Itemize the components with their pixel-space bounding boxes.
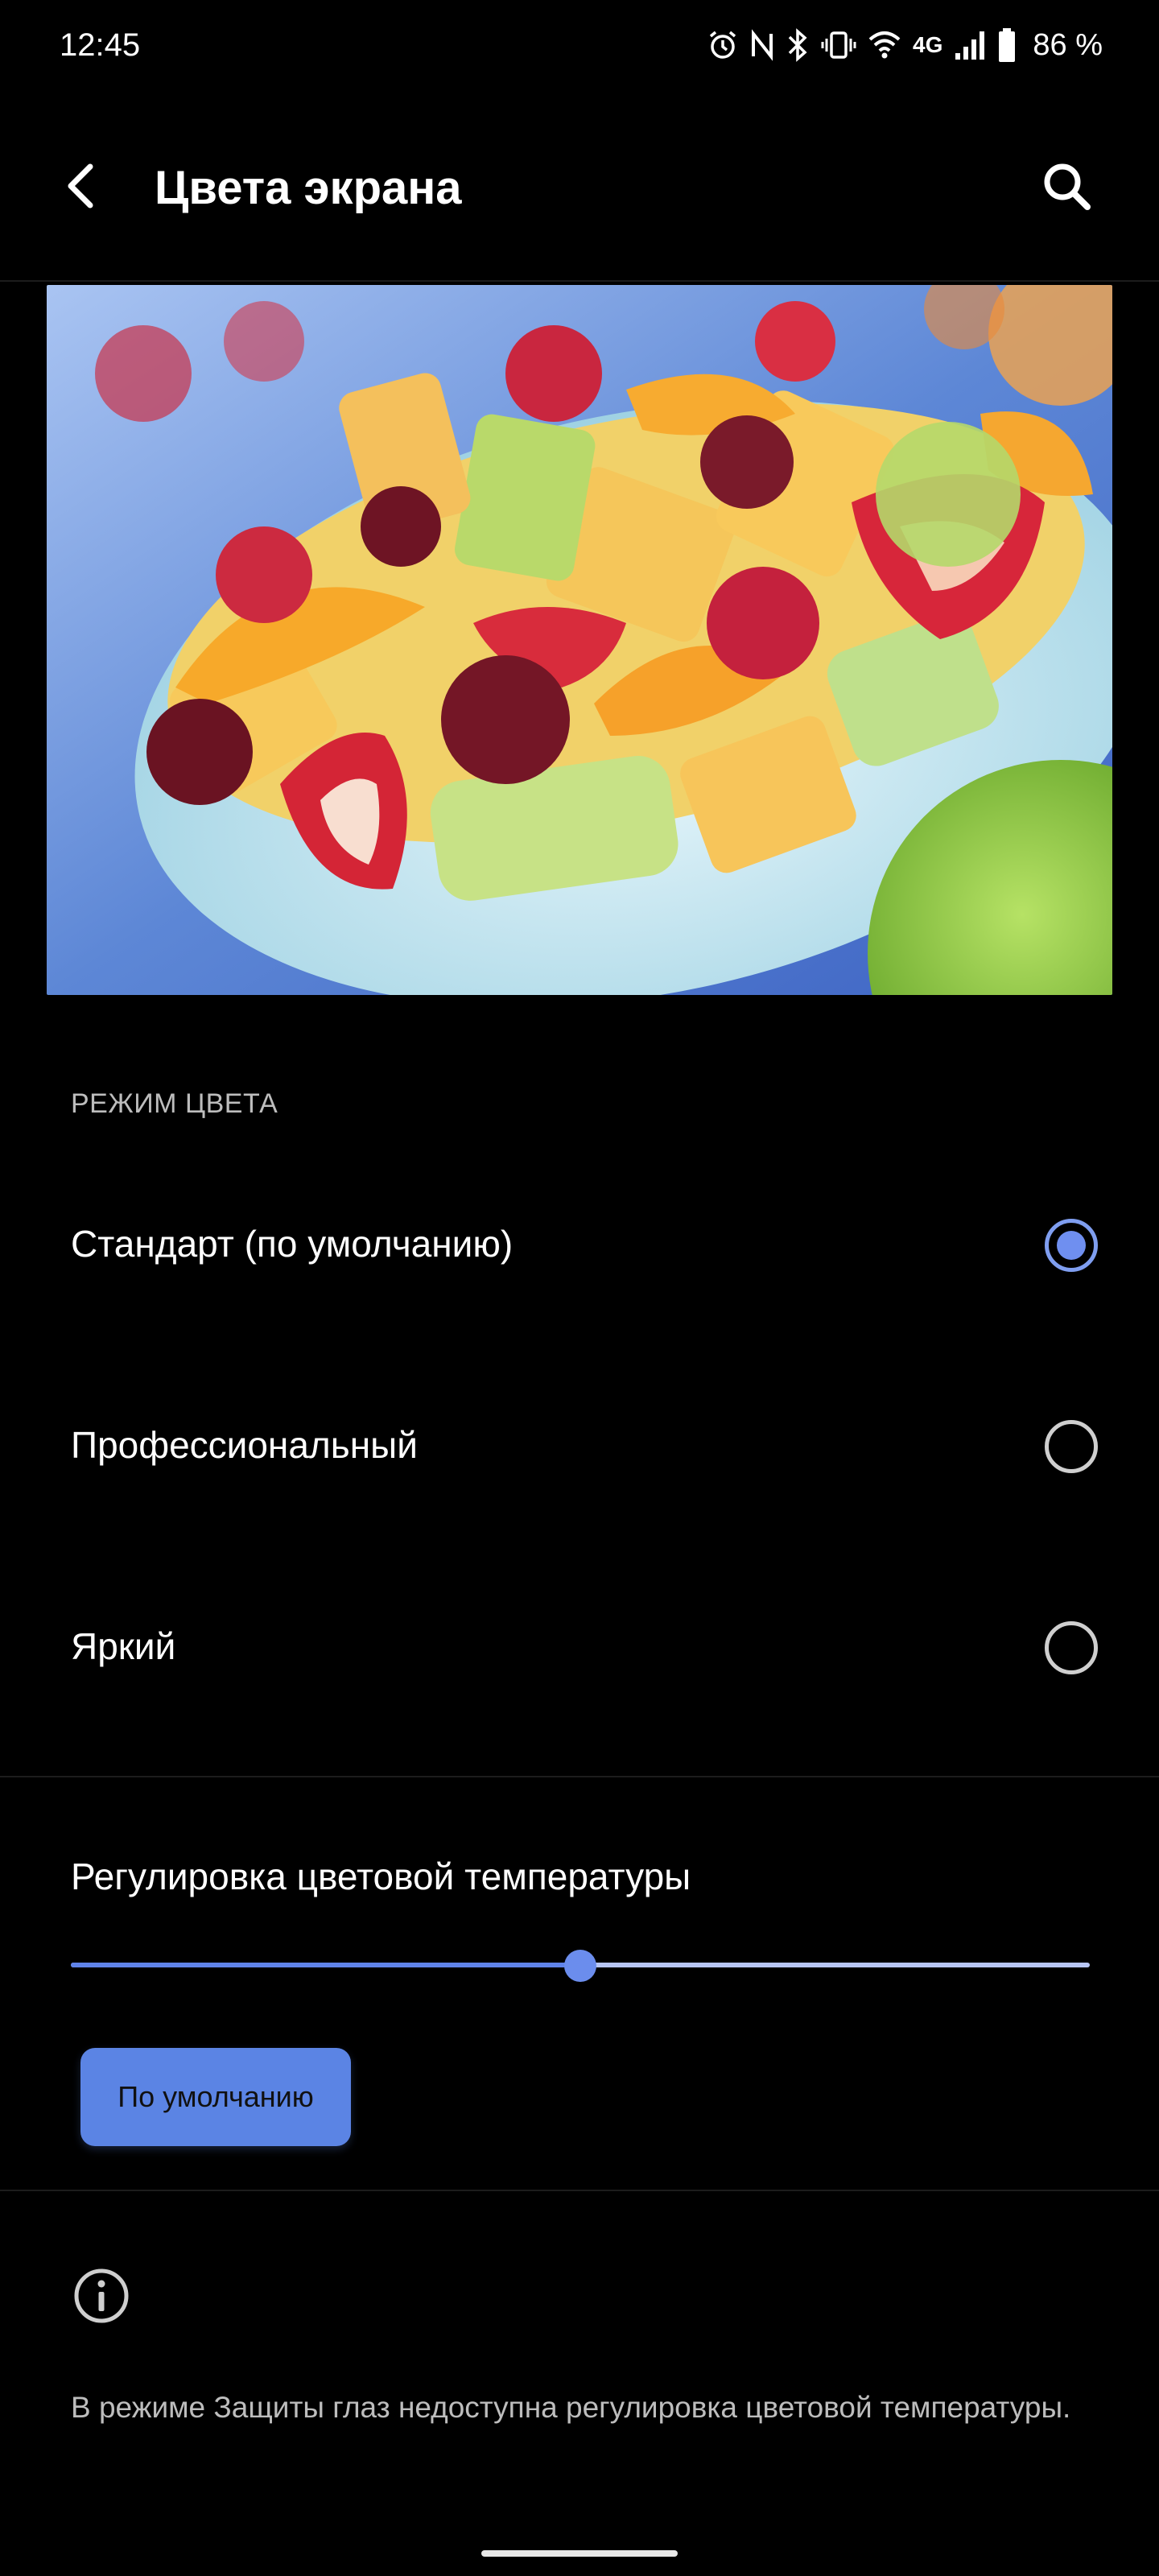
option-standard[interactable]: Стандарт (по умолчанию) — [0, 1166, 1159, 1327]
fruit-salad-image — [47, 285, 1112, 995]
option-label: Стандарт (по умолчанию) — [71, 1223, 514, 1265]
radio-vivid[interactable] — [1045, 1621, 1098, 1674]
divider — [0, 1776, 1159, 1777]
info-text: В режиме Защиты глаз недоступна регулиро… — [71, 2391, 1071, 2424]
preview-image — [47, 285, 1112, 995]
battery-icon — [997, 27, 1017, 63]
vibrate-icon — [821, 29, 856, 61]
nfc-icon — [750, 29, 774, 61]
option-vivid[interactable]: Яркий — [0, 1568, 1159, 1729]
signal-icon — [954, 29, 986, 61]
navigation-handle[interactable] — [481, 2550, 678, 2557]
app-bar: Цвета экрана — [0, 93, 1159, 282]
page-title: Цвета экрана — [155, 162, 462, 214]
divider — [0, 2190, 1159, 2191]
search-button[interactable] — [1030, 150, 1103, 222]
status-icons: 4G 86 % — [707, 24, 1103, 66]
temperature-slider[interactable] — [71, 1946, 1090, 1985]
slider-thumb[interactable] — [564, 1950, 596, 1982]
option-label: Профессиональный — [71, 1424, 418, 1466]
radio-professional[interactable] — [1045, 1420, 1098, 1473]
info-icon — [74, 2268, 129, 2323]
back-arrow-icon — [68, 163, 93, 208]
option-label: Яркий — [71, 1625, 176, 1667]
alarm-icon — [707, 29, 739, 61]
battery-percent: 86 % — [1033, 27, 1103, 62]
section-header-color-mode: РЕЖИМ ЦВЕТА — [71, 1088, 278, 1119]
network-type: 4G — [913, 32, 943, 57]
status-bar: 12:45 4G 86 % — [0, 0, 1159, 93]
status-time: 12:45 — [60, 27, 141, 63]
wifi-icon — [868, 30, 901, 60]
back-button[interactable] — [61, 150, 134, 222]
search-icon — [1044, 163, 1091, 210]
radio-standard[interactable] — [1045, 1219, 1098, 1272]
bluetooth-icon — [786, 28, 810, 62]
temperature-label: Регулировка цветовой температуры — [71, 1856, 691, 1897]
option-professional[interactable]: Профессиональный — [0, 1367, 1159, 1528]
slider-fill — [71, 1963, 580, 1967]
default-button[interactable]: По умолчанию — [80, 2048, 351, 2146]
